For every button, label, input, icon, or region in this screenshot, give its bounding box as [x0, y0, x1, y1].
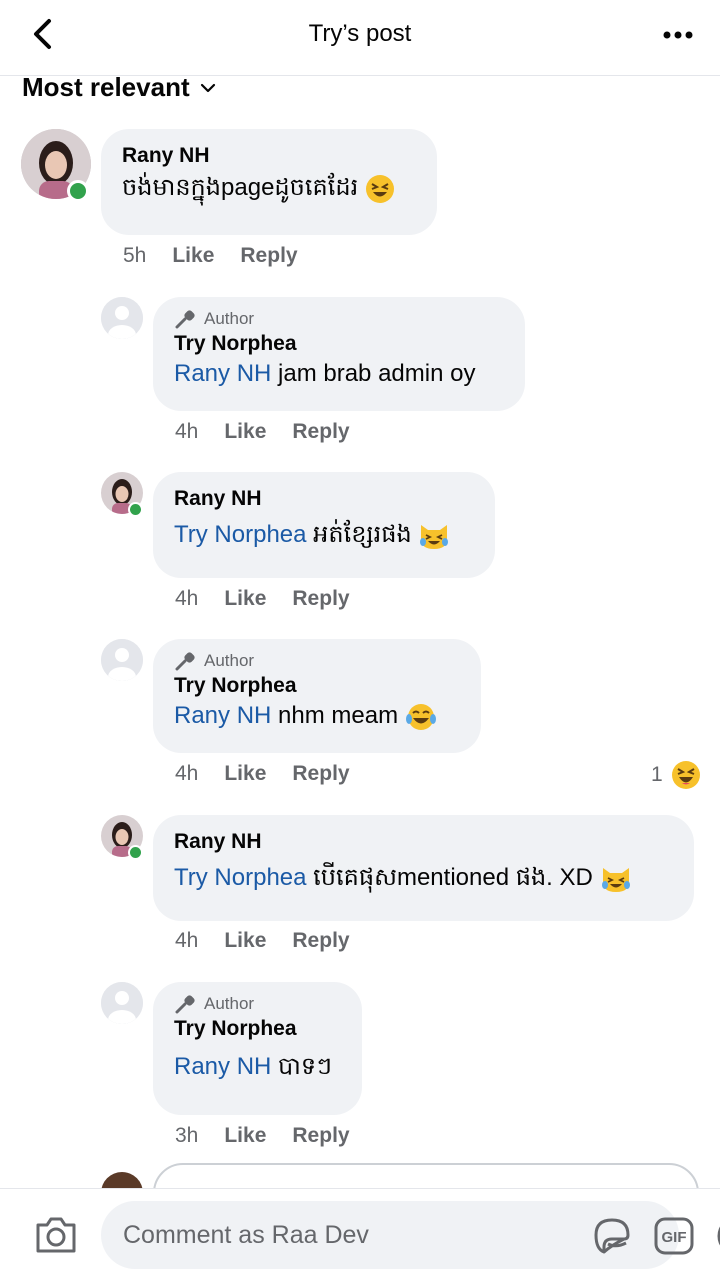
mention-link[interactable]: Rany NH	[174, 360, 271, 387]
tears-of-joy-emoji-icon	[405, 703, 436, 730]
more-icon	[663, 31, 693, 39]
comment-bubble[interactable]: Rany NH Try Norphea អត់ខ្សែរផង	[153, 472, 495, 578]
comment-meta: 4h Like Reply	[175, 762, 350, 786]
comment-meta: 4h Like Reply	[175, 420, 350, 444]
reply-button[interactable]: Reply	[292, 587, 349, 611]
author-badge: Author	[174, 651, 459, 671]
comment-text: Try Norphea បើគេផុសmentioned ផង. XD	[174, 861, 672, 895]
sort-label: Most relevant	[22, 72, 190, 102]
gif-button[interactable]: GIF	[653, 1215, 695, 1262]
comment-author-name[interactable]: Rany NH	[122, 141, 415, 171]
sticker-icon	[594, 1218, 630, 1254]
comment-composer: Comment as Raa Dev GIF	[0, 1188, 720, 1280]
like-button[interactable]: Like	[224, 929, 266, 953]
microphone-icon	[175, 652, 195, 671]
author-badge-label: Author	[204, 309, 255, 328]
author-badge: Author	[174, 309, 503, 329]
reaction-count: 1	[651, 763, 663, 786]
comment-text: Rany NH nhm meam	[174, 699, 459, 733]
like-button[interactable]: Like	[224, 762, 266, 786]
page-title: Try’s post	[308, 20, 412, 47]
sticker-button[interactable]	[590, 1215, 634, 1262]
comment-text: ចង់មានក្នុងpageដូចគេដែរ	[122, 171, 415, 205]
more-options-button[interactable]	[658, 18, 698, 52]
comment-author-name[interactable]: Try Norphea	[174, 331, 503, 357]
default-avatar[interactable]	[101, 982, 143, 1024]
mention-link[interactable]: Try Norphea	[174, 521, 307, 548]
laughing-emoji-icon	[365, 174, 394, 203]
comment-bubble[interactable]: Rany NH ចង់មានក្នុងpageដូចគេដែរ	[101, 129, 437, 235]
comment-input-placeholder: Comment as Raa Dev	[123, 1221, 369, 1249]
reply-button[interactable]: Reply	[292, 1124, 349, 1148]
default-avatar[interactable]	[101, 297, 143, 339]
chevron-down-icon	[200, 83, 215, 92]
online-status-dot	[128, 845, 143, 860]
camera-icon	[36, 1217, 76, 1253]
mention-link[interactable]: Rany NH	[174, 1053, 271, 1080]
reaction-summary[interactable]: 1	[651, 760, 701, 790]
like-button[interactable]: Like	[172, 244, 214, 268]
top-bar: Try’s post	[0, 0, 720, 76]
like-button[interactable]: Like	[224, 1124, 266, 1148]
online-status-dot	[128, 502, 143, 517]
comment-input[interactable]: Comment as Raa Dev GIF	[101, 1201, 720, 1269]
like-button[interactable]: Like	[224, 420, 266, 444]
smiley-icon	[717, 1226, 720, 1246]
comment-author-name[interactable]: Rany NH	[174, 484, 473, 514]
comment-time: 5h	[123, 244, 147, 267]
gif-label: GIF	[662, 1229, 687, 1246]
comment-author-name[interactable]: Try Norphea	[174, 1016, 340, 1042]
mention-link[interactable]: Rany NH	[174, 702, 271, 729]
author-badge-label: Author	[204, 994, 255, 1013]
camera-button[interactable]	[34, 1215, 78, 1260]
microphone-icon	[175, 310, 195, 329]
comment-time: 4h	[175, 762, 199, 785]
gif-icon: GIF	[654, 1217, 694, 1255]
comment-bubble[interactable]: Author Try Norphea Rany NH jam brab admi…	[153, 297, 525, 411]
comment-time: 3h	[175, 1124, 199, 1147]
online-status-dot	[67, 180, 89, 202]
sort-dropdown[interactable]: Most relevant	[22, 72, 216, 103]
reply-button[interactable]: Reply	[292, 762, 349, 786]
mention-link[interactable]: Try Norphea	[174, 864, 307, 891]
reply-button[interactable]: Reply	[292, 929, 349, 953]
comment-time: 4h	[175, 929, 199, 952]
comment-author-name[interactable]: Rany NH	[174, 827, 672, 857]
comment-text: Try Norphea អត់ខ្សែរផង	[174, 518, 473, 552]
default-avatar[interactable]	[101, 639, 143, 681]
comment-meta: 3h Like Reply	[175, 1124, 350, 1148]
comment-bubble[interactable]: Rany NH Try Norphea បើគេផុសmentioned ផង.…	[153, 815, 694, 921]
like-button[interactable]: Like	[224, 587, 266, 611]
cat-tears-of-joy-emoji-icon	[420, 524, 449, 549]
comment-time: 4h	[175, 587, 199, 610]
comment-bubble[interactable]: Author Try Norphea Rany NH បាទៗ	[153, 982, 362, 1115]
comment-text: Rany NH បាទៗ	[174, 1053, 332, 1080]
comment-meta: 4h Like Reply	[175, 929, 350, 953]
reply-button[interactable]: Reply	[240, 244, 297, 268]
comment-text: Rany NH jam brab admin oy	[174, 360, 476, 387]
reply-button[interactable]: Reply	[292, 420, 349, 444]
comment-author-name[interactable]: Try Norphea	[174, 673, 459, 699]
comment-bubble[interactable]: Author Try Norphea Rany NH nhm meam	[153, 639, 481, 753]
comment-time: 4h	[175, 420, 199, 443]
cat-tears-of-joy-emoji-icon	[601, 867, 630, 892]
author-badge-label: Author	[204, 651, 255, 670]
haha-reaction-icon	[671, 761, 700, 789]
author-badge: Author	[174, 994, 340, 1014]
emoji-button[interactable]	[716, 1215, 720, 1262]
comment-meta: 5h Like Reply	[123, 244, 298, 268]
comment-meta: 4h Like Reply	[175, 587, 350, 611]
microphone-icon	[175, 995, 195, 1014]
